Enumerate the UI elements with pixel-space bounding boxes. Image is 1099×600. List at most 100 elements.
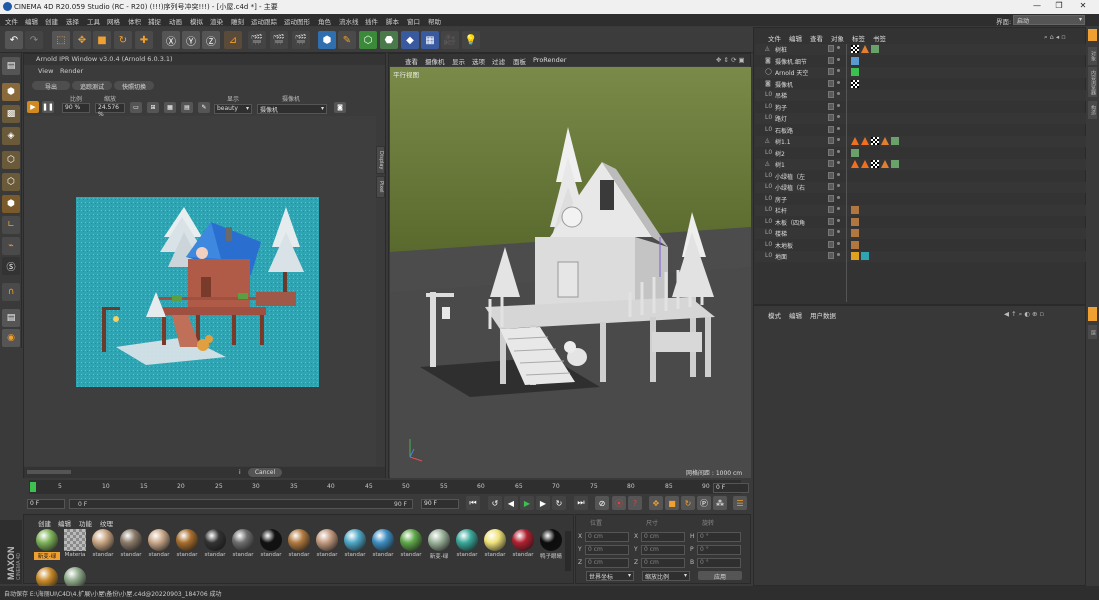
menu-character[interactable]: 角色: [318, 16, 331, 26]
tri-tag-icon[interactable]: [881, 160, 889, 168]
render-dot[interactable]: [837, 161, 840, 164]
render-dot[interactable]: [837, 230, 840, 233]
mat-tag-icon[interactable]: [891, 137, 899, 145]
menu-file[interactable]: 文件: [5, 16, 18, 26]
checker-tag-icon[interactable]: [871, 160, 879, 168]
menu-help[interactable]: 帮助: [428, 16, 441, 26]
material-swatch[interactable]: standar: [398, 529, 424, 569]
workplane-icon[interactable]: ◈: [2, 127, 20, 145]
step-forward-icon[interactable]: ▶: [536, 496, 550, 510]
visibility-toggle[interactable]: [828, 252, 834, 259]
object-name[interactable]: 木板（四角: [775, 218, 805, 227]
cube-icon[interactable]: ⬢: [318, 31, 336, 49]
mat-tag-icon[interactable]: [851, 148, 859, 157]
menu-mograph[interactable]: 运动图形: [284, 16, 310, 26]
coords-mode-select[interactable]: 世界坐标 ▾: [586, 571, 634, 581]
generator-icon[interactable]: ⬣: [380, 31, 398, 49]
viewport-menu-filter[interactable]: 过滤: [492, 56, 505, 66]
material-swatch[interactable]: 鸭子眼睛: [538, 529, 564, 569]
snapshot-toggle-button[interactable]: 快照切换: [114, 81, 154, 91]
render-dot[interactable]: [837, 115, 840, 118]
render-dot[interactable]: [837, 184, 840, 187]
coord-value-field[interactable]: 0 °: [697, 532, 741, 542]
z-axis-icon[interactable]: Ⓩ: [202, 31, 220, 49]
render-dot[interactable]: [837, 138, 840, 141]
menu-volume[interactable]: 体积: [128, 16, 141, 26]
viewport-menu-options[interactable]: 选项: [472, 56, 485, 66]
render-picture-viewer-icon[interactable]: 🎬: [270, 31, 288, 49]
visibility-toggle[interactable]: [828, 114, 834, 121]
edges-mode-icon[interactable]: ⬡: [2, 173, 20, 191]
export-button[interactable]: 导出: [32, 81, 70, 91]
visibility-toggle[interactable]: [828, 102, 834, 110]
menu-pipeline[interactable]: 流水线: [339, 16, 359, 26]
object-row[interactable]: ◙ 摄像机.细节: [755, 56, 1086, 67]
warn-tag-icon[interactable]: [851, 137, 859, 145]
light-icon[interactable]: 💡: [462, 31, 480, 49]
wood-tag-icon[interactable]: [851, 217, 859, 226]
menu-motion-tracking[interactable]: 运动跟踪: [251, 16, 277, 26]
material-swatch[interactable]: standar: [342, 529, 368, 569]
target-tag-icon[interactable]: [851, 56, 859, 65]
solo-icon[interactable]: ◉: [2, 329, 20, 347]
object-name[interactable]: 树桩: [775, 45, 787, 54]
visibility-toggle[interactable]: [828, 68, 834, 75]
wood-tag-icon[interactable]: [851, 240, 859, 249]
om-tab-view[interactable]: 查看: [810, 33, 823, 43]
om-tab-tags[interactable]: 标签: [852, 33, 865, 43]
visibility-toggle[interactable]: [828, 206, 834, 213]
coords-scale-select[interactable]: 缩放比例 ▾: [642, 571, 690, 581]
play-forward-icon[interactable]: ▶: [520, 496, 534, 510]
object-name[interactable]: 树2: [775, 149, 785, 158]
menu-sculpt[interactable]: 雕刻: [231, 16, 244, 26]
layer-icon[interactable]: ▤: [2, 309, 20, 327]
right-tab-structure[interactable]: 构造: [1088, 101, 1097, 119]
object-row[interactable]: L0 木板（四角: [755, 217, 1086, 228]
viewport-menu-display[interactable]: 显示: [452, 56, 465, 66]
om-search-icon[interactable]: ⌕ ⌂ ◂ ▫: [1044, 33, 1066, 42]
object-name[interactable]: 吊梯: [775, 91, 787, 100]
mat-tab-function[interactable]: 功能: [79, 518, 92, 528]
render-dot[interactable]: [837, 149, 840, 153]
display-select[interactable]: beauty ▾: [214, 104, 252, 114]
menu-tools[interactable]: 工具: [87, 16, 100, 26]
object-name[interactable]: 树1.1: [775, 137, 791, 146]
go-to-end-icon[interactable]: ⏭: [574, 496, 588, 510]
render-dot[interactable]: [837, 218, 840, 222]
key-pla-icon[interactable]: ⁂: [713, 496, 727, 510]
visibility-toggle[interactable]: [828, 229, 834, 236]
snap-icon[interactable]: Ⓢ: [2, 257, 20, 275]
om-tab-edit[interactable]: 编辑: [789, 33, 802, 43]
viewport-menu-panel[interactable]: 面板: [513, 56, 526, 66]
menu-edit[interactable]: 编辑: [25, 16, 38, 26]
apply-button[interactable]: 应用: [698, 571, 742, 581]
menu-window[interactable]: 窗口: [407, 16, 420, 26]
object-name[interactable]: 小绿植（左: [775, 172, 805, 181]
select-icon[interactable]: ⬚: [52, 31, 70, 49]
object-row[interactable]: L0 石板路: [755, 125, 1086, 136]
visibility-toggle[interactable]: [828, 240, 834, 248]
timeline-menu-icon[interactable]: ☰: [733, 496, 747, 510]
material-swatch[interactable]: Materia: [62, 529, 88, 569]
visibility-toggle[interactable]: [828, 183, 834, 190]
pause-icon[interactable]: ❚❚: [42, 101, 54, 113]
render-dot[interactable]: [837, 92, 840, 95]
points-mode-icon[interactable]: ⬡: [2, 151, 20, 169]
object-row[interactable]: L0 狗子: [755, 102, 1086, 113]
add-icon[interactable]: ✚: [135, 31, 153, 49]
viewport-nav-icons[interactable]: ✥ ⇕ ⟳ ▣: [716, 56, 745, 64]
menu-plugins[interactable]: 插件: [365, 16, 378, 26]
wood-tag-icon[interactable]: [851, 229, 859, 237]
material-swatch[interactable]: standar: [174, 529, 200, 569]
material-swatch[interactable]: standar: [370, 529, 396, 569]
menu-select[interactable]: 选择: [66, 16, 79, 26]
material-swatch[interactable]: standar: [230, 529, 256, 569]
material-swatch[interactable]: standar: [146, 529, 172, 569]
material-swatch[interactable]: 新变-绿: [34, 529, 60, 569]
camera-icon[interactable]: 🎥: [441, 31, 459, 49]
checker-tag-icon[interactable]: [851, 45, 859, 53]
render-dot[interactable]: [837, 241, 840, 245]
visibility-toggle[interactable]: [828, 148, 834, 156]
next-key-icon[interactable]: ↻: [552, 496, 566, 510]
mat-tab-create[interactable]: 创建: [38, 518, 51, 528]
